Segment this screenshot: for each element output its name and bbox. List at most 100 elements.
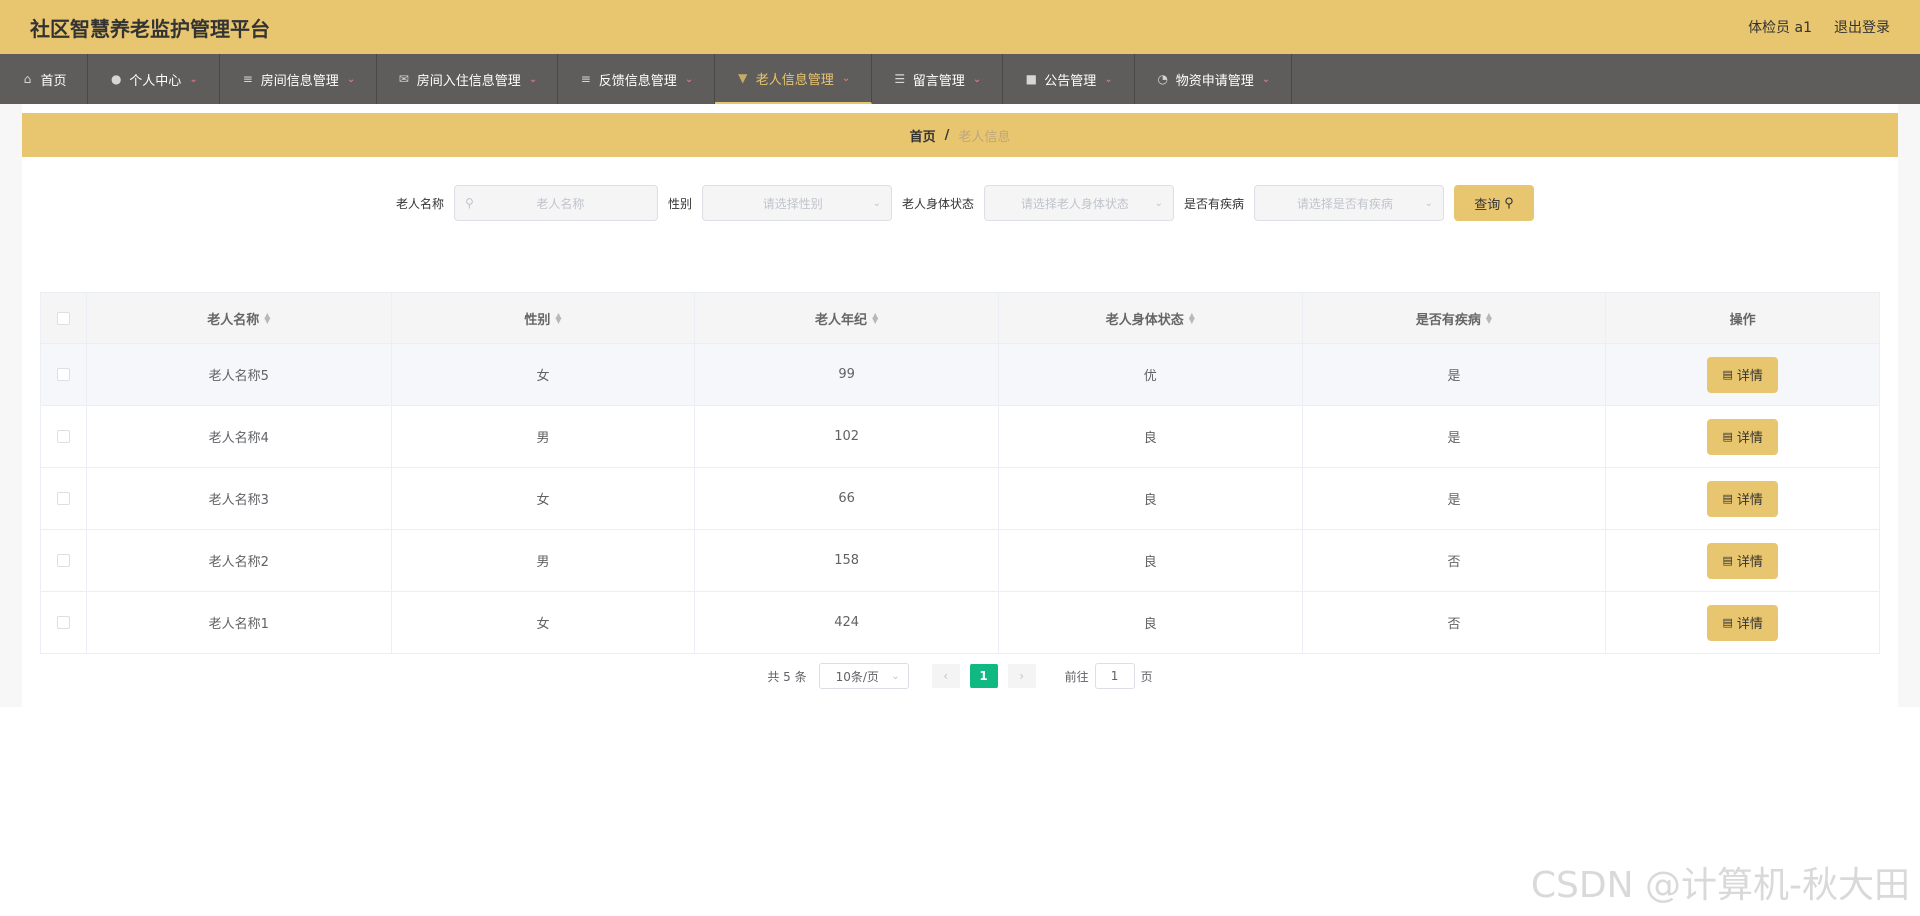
nav-item-messages[interactable]: ☰ 留言管理 ⌄ bbox=[872, 54, 1003, 104]
nav-item-elder-info[interactable]: ▼ 老人信息管理 ⌄ bbox=[715, 54, 872, 104]
query-button[interactable]: 查询 ⚲ bbox=[1454, 185, 1535, 221]
status-select[interactable]: 请选择老人身体状态 ⌄ bbox=[984, 185, 1175, 221]
name-search-input[interactable]: ⚲ 老人名称 bbox=[453, 185, 658, 221]
cell-disease: 否 bbox=[1303, 592, 1607, 653]
chevron-down-icon: ⌄ bbox=[872, 197, 881, 209]
status-placeholder: 请选择老人身体状态 bbox=[1020, 196, 1129, 211]
row-checkbox[interactable] bbox=[56, 368, 70, 381]
cell-name: 老人名称5 bbox=[87, 344, 392, 405]
cell-age: 102 bbox=[695, 406, 999, 467]
nav-item-room-checkin[interactable]: ✉ 房间入住信息管理 ⌄ bbox=[377, 54, 558, 104]
document-icon: ▤ bbox=[1722, 492, 1733, 505]
breadcrumb: 首页 / 老人信息 bbox=[22, 113, 1898, 157]
document-icon: ▤ bbox=[1722, 430, 1733, 443]
table-row: 老人名称4 男 102 良 是 ▤ 详情 bbox=[41, 406, 1879, 468]
chevron-down-icon: ⌄ bbox=[972, 73, 982, 85]
cell-status: 良 bbox=[999, 530, 1303, 591]
header-name[interactable]: 老人名称 ▲ ▼ bbox=[87, 293, 392, 343]
table-row: 老人名称5 女 99 优 是 ▤ 详情 bbox=[41, 344, 1879, 406]
disease-select[interactable]: 请选择是否有疾病 ⌄ bbox=[1254, 185, 1445, 221]
prev-page-button[interactable]: ‹ bbox=[931, 664, 960, 688]
document-icon: ▤ bbox=[1722, 554, 1733, 567]
row-checkbox[interactable] bbox=[56, 430, 70, 443]
nav-item-label: 老人信息管理 bbox=[755, 72, 834, 88]
header-label: 是否有疾病 bbox=[1415, 312, 1481, 328]
next-page-button[interactable]: › bbox=[1007, 664, 1036, 688]
nav-item-feedback[interactable]: ≡ 反馈信息管理 ⌄ bbox=[558, 54, 715, 104]
row-select-cell bbox=[41, 530, 87, 591]
row-select-cell bbox=[41, 592, 87, 653]
sliders-icon: ☰ bbox=[894, 72, 906, 86]
cell-disease: 否 bbox=[1303, 530, 1607, 591]
chevron-right-icon: › bbox=[1019, 669, 1025, 683]
search-icon: ⚲ bbox=[1504, 195, 1514, 210]
cell-age: 66 bbox=[695, 468, 999, 529]
elder-table: 老人名称 ▲ ▼ 性别 ▲ ▼ 老人年纪 ▲ ▼ 老人身体状态 ▲ ▼ 是否有疾病 ▲ ▼ 操作 老… bbox=[40, 292, 1880, 654]
row-select-cell bbox=[41, 468, 87, 529]
total-count: 共 5 条 bbox=[767, 669, 807, 684]
breadcrumb-home[interactable]: 首页 bbox=[910, 126, 936, 145]
header-gender[interactable]: 性别 ▲ ▼ bbox=[392, 293, 696, 343]
row-checkbox[interactable] bbox=[56, 554, 70, 567]
nav-item-label: 房间入住信息管理 bbox=[416, 73, 521, 89]
home-icon: ⌂ bbox=[23, 72, 32, 86]
row-checkbox[interactable] bbox=[56, 492, 70, 505]
page-number-current[interactable]: 1 bbox=[969, 664, 998, 688]
cell-age: 99 bbox=[695, 344, 999, 405]
current-user: 体检员 a1 bbox=[1748, 20, 1812, 36]
header-status[interactable]: 老人身体状态 ▲ ▼ bbox=[999, 293, 1303, 343]
disease-placeholder: 请选择是否有疾病 bbox=[1296, 196, 1393, 211]
watermark: CSDN @计算机-秋大田 bbox=[1530, 865, 1910, 906]
logout-link[interactable]: 退出登录 bbox=[1834, 17, 1890, 37]
header-actions: 操作 bbox=[1606, 293, 1879, 343]
cell-name: 老人名称1 bbox=[87, 592, 392, 653]
chevron-down-icon: ⌄ bbox=[1261, 73, 1271, 85]
table-row: 老人名称3 女 66 良 是 ▤ 详情 bbox=[41, 468, 1879, 530]
table-header-row: 老人名称 ▲ ▼ 性别 ▲ ▼ 老人年纪 ▲ ▼ 老人身体状态 ▲ ▼ 是否有疾病 ▲ ▼ 操作 bbox=[41, 293, 1879, 344]
nav-item-home[interactable]: ⌂ 首页 bbox=[0, 54, 88, 104]
select-all-checkbox[interactable] bbox=[56, 311, 70, 325]
sort-icon: ▲ ▼ bbox=[1188, 311, 1195, 325]
row-checkbox[interactable] bbox=[56, 616, 70, 629]
nav-item-notices[interactable]: ■ 公告管理 ⌄ bbox=[1003, 54, 1135, 104]
status-label: 老人身体状态 bbox=[902, 196, 975, 211]
sort-icon: ▲ ▼ bbox=[555, 311, 562, 325]
list-icon: ≡ bbox=[242, 72, 253, 86]
breadcrumb-current: 老人信息 bbox=[958, 129, 1011, 145]
gender-label: 性别 bbox=[667, 196, 692, 211]
cell-age: 158 bbox=[695, 530, 999, 591]
page-suffix: 页 bbox=[1140, 669, 1153, 684]
chevron-down-icon: ⌄ bbox=[891, 670, 900, 682]
detail-button[interactable]: ▤ 详情 bbox=[1707, 604, 1779, 641]
document-icon: ▤ bbox=[1722, 616, 1733, 629]
header-disease[interactable]: 是否有疾病 ▲ ▼ bbox=[1303, 293, 1607, 343]
header-label: 老人年纪 bbox=[815, 312, 868, 328]
row-select-cell bbox=[41, 344, 87, 405]
detail-button[interactable]: ▤ 详情 bbox=[1707, 542, 1779, 579]
detail-button[interactable]: ▤ 详情 bbox=[1707, 418, 1779, 455]
cell-actions: ▤ 详情 bbox=[1606, 344, 1879, 405]
goto-page-input[interactable]: 1 bbox=[1094, 663, 1135, 689]
chevron-down-icon: ⌄ bbox=[1154, 197, 1164, 209]
header-age[interactable]: 老人年纪 ▲ ▼ bbox=[695, 293, 999, 343]
table-row: 老人名称1 女 424 良 否 ▤ 详情 bbox=[41, 592, 1879, 654]
header-label: 操作 bbox=[1729, 312, 1756, 328]
page-size-select[interactable]: 10条/页 ⌄ bbox=[818, 663, 909, 689]
user-icon: ● bbox=[111, 72, 122, 86]
nav-item-supplies[interactable]: ◔ 物资申请管理 ⌄ bbox=[1135, 54, 1292, 104]
cell-name: 老人名称4 bbox=[87, 406, 392, 467]
nav-item-label: 房间信息管理 bbox=[260, 73, 339, 89]
nav-item-room-info[interactable]: ≡ 房间信息管理 ⌄ bbox=[220, 54, 377, 104]
detail-label: 详情 bbox=[1736, 493, 1763, 508]
cell-disease: 是 bbox=[1303, 468, 1607, 529]
detail-button[interactable]: ▤ 详情 bbox=[1707, 480, 1779, 517]
cell-status: 良 bbox=[999, 592, 1303, 653]
cell-gender: 女 bbox=[392, 592, 696, 653]
nav-item-label: 个人中心 bbox=[129, 73, 182, 89]
chevron-down-icon: ⌄ bbox=[841, 72, 851, 84]
nav-item-personal-center[interactable]: ● 个人中心 ⌄ bbox=[88, 54, 220, 104]
pagination: 共 5 条 10条/页 ⌄ ‹ 1 › 前往 1 页 bbox=[0, 663, 1920, 689]
cell-actions: ▤ 详情 bbox=[1606, 592, 1879, 653]
gender-select[interactable]: 请选择性别 ⌄ bbox=[702, 185, 892, 221]
detail-button[interactable]: ▤ 详情 bbox=[1707, 356, 1779, 393]
